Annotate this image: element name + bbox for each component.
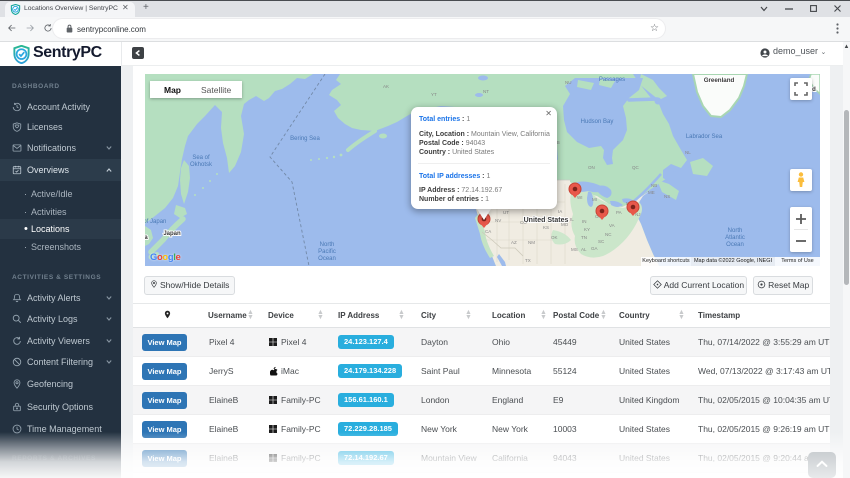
svg-text:PA: PA — [616, 210, 622, 215]
svg-text:UT: UT — [503, 210, 509, 215]
svg-text:Bering Sea: Bering Sea — [290, 136, 320, 142]
svg-text:NS: NS — [664, 194, 670, 199]
svg-text:NC: NC — [605, 232, 612, 237]
svg-text:Ocean: Ocean — [726, 242, 744, 248]
svg-text:Sea of: Sea of — [192, 155, 210, 161]
svg-text:AK: AK — [383, 84, 389, 89]
svg-text:YT: YT — [431, 92, 437, 97]
svg-text:North: North — [320, 242, 335, 248]
svg-text:IN: IN — [582, 219, 587, 224]
svg-text:OK: OK — [551, 235, 558, 240]
svg-text:ON: ON — [588, 165, 595, 170]
svg-text:Japan: Japan — [163, 231, 181, 237]
svg-text:NB: NB — [651, 183, 657, 188]
svg-text:GA: GA — [591, 246, 598, 251]
svg-text:IL: IL — [570, 217, 574, 222]
svg-text:Labrador Sea: Labrador Sea — [686, 134, 723, 140]
svg-text:TN: TN — [581, 235, 587, 240]
svg-text:NL: NL — [685, 150, 691, 155]
svg-text:NT: NT — [483, 89, 489, 94]
svg-text:MI: MI — [592, 197, 597, 202]
svg-text:Passages: Passages — [599, 77, 625, 83]
svg-text:WI: WI — [577, 195, 583, 200]
svg-text:NV: NV — [495, 218, 501, 223]
svg-text:Atlantic: Atlantic — [725, 235, 745, 241]
svg-text:IA: IA — [558, 209, 562, 214]
svg-text:MO: MO — [561, 222, 569, 227]
svg-text:Hudson Bay: Hudson Bay — [581, 119, 614, 125]
svg-text:Pacific: Pacific — [318, 249, 336, 255]
svg-text:ME: ME — [648, 190, 655, 195]
svg-text:Greenland: Greenland — [704, 77, 735, 84]
svg-text:d: d — [812, 87, 816, 93]
svg-text:CO: CO — [520, 220, 527, 225]
svg-text:Ocean: Ocean — [318, 256, 336, 262]
svg-text:NU: NU — [565, 80, 572, 85]
svg-text:MS: MS — [571, 247, 578, 252]
svg-text:AZ: AZ — [511, 240, 517, 245]
svg-text:Sea of Japan: Sea of Japan — [145, 219, 166, 225]
svg-text:QC: QC — [632, 165, 640, 170]
svg-text:NM: NM — [528, 240, 535, 245]
svg-text:AL: AL — [581, 247, 587, 252]
svg-text:TX: TX — [525, 258, 531, 263]
svg-text:VA: VA — [609, 223, 615, 228]
svg-text:SC: SC — [598, 239, 605, 244]
svg-text:KS: KS — [543, 225, 549, 230]
svg-text:North: North — [728, 228, 743, 234]
svg-text:KY: KY — [584, 227, 590, 232]
svg-text:Okhotsk: Okhotsk — [190, 162, 213, 168]
svg-text:CA: CA — [485, 229, 491, 234]
